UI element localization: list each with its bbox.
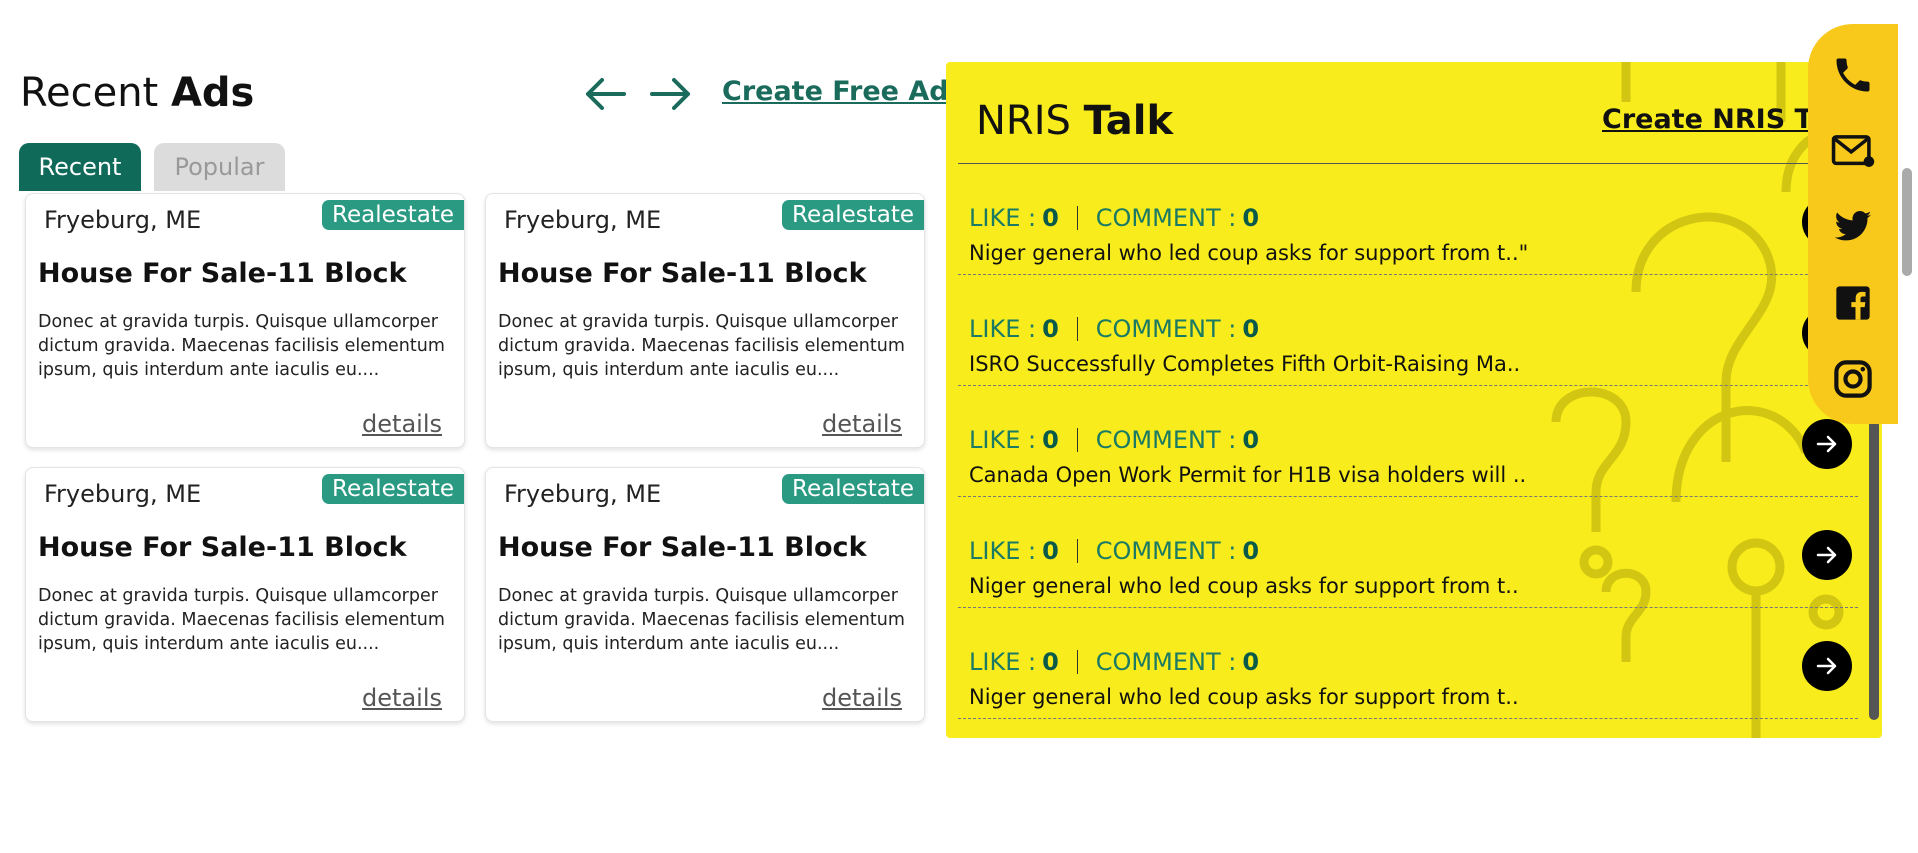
talk-text: ISRO Successfully Completes Fifth Orbit-… <box>969 352 1521 376</box>
nris-talk-title: NRIS Talk <box>976 98 1173 144</box>
ad-title: House For Sale-11 Block <box>498 532 867 563</box>
like-label: LIKE : <box>969 204 1037 232</box>
next-arrow-button[interactable] <box>646 72 696 116</box>
stats-separator <box>1076 428 1078 452</box>
talk-stats: LIKE :0 COMMENT :0 <box>969 537 1259 565</box>
talk-text: Canada Open Work Permit for H1B visa hol… <box>969 463 1527 487</box>
facebook-icon[interactable] <box>1830 280 1876 326</box>
talk-text: Niger general who led coup asks for supp… <box>969 685 1519 709</box>
open-talk-button[interactable] <box>1802 641 1852 691</box>
category-badge: Realestate <box>322 200 464 230</box>
talk-item[interactable]: LIKE :0 COMMENT :0 Niger general who led… <box>958 497 1858 608</box>
talk-item[interactable]: LIKE :0 COMMENT :0 Niger general who led… <box>958 608 1858 719</box>
talk-stats: LIKE :0 COMMENT :0 <box>969 648 1259 676</box>
talk-item[interactable]: LIKE :0 COMMENT :0 ISRO Successfully Com… <box>958 275 1858 386</box>
category-badge: Realestate <box>782 200 924 230</box>
ad-description: Donec at gravida turpis. Quisque ullamco… <box>498 586 905 654</box>
talk-panel-scrollbar[interactable] <box>1869 420 1879 720</box>
details-link[interactable]: details <box>822 684 902 712</box>
phone-icon[interactable] <box>1830 52 1876 98</box>
ad-location: Fryeburg, ME <box>44 206 202 234</box>
recent-ads-title-light: Recent <box>20 70 159 116</box>
open-talk-button[interactable] <box>1802 419 1852 469</box>
comment-count: 0 <box>1242 648 1260 676</box>
talk-item[interactable]: LIKE :0 COMMENT :0 Canada Open Work Perm… <box>958 386 1858 497</box>
ad-card[interactable]: Fryeburg, ME Realestate House For Sale-1… <box>25 193 465 448</box>
talk-stats: LIKE :0 COMMENT :0 <box>969 204 1259 232</box>
ad-description: Donec at gravida turpis. Quisque ullamco… <box>38 586 445 654</box>
arrow-right-icon <box>1816 546 1837 564</box>
like-label: LIKE : <box>969 426 1037 454</box>
comment-count: 0 <box>1242 315 1260 343</box>
talk-text: Niger general who led coup asks for supp… <box>969 574 1519 598</box>
open-talk-button[interactable] <box>1802 530 1852 580</box>
comment-count: 0 <box>1242 537 1260 565</box>
nris-talk-panel: NRIS Talk Create NRIS Talk LIKE :0 COMME… <box>946 62 1882 738</box>
ad-location: Fryeburg, ME <box>504 480 662 508</box>
like-count: 0 <box>1042 204 1059 232</box>
talk-item[interactable]: LIKE :0 COMMENT :0 Niger general who led… <box>958 164 1858 275</box>
nris-talk-title-light: NRIS <box>976 98 1071 144</box>
ad-title: House For Sale-11 Block <box>498 258 867 289</box>
ad-description: Donec at gravida turpis. Quisque ullamco… <box>498 312 905 380</box>
ad-title: House For Sale-11 Block <box>38 532 407 563</box>
social-sidebar <box>1808 24 1898 424</box>
like-count: 0 <box>1042 426 1059 454</box>
stats-separator <box>1076 206 1078 230</box>
comment-label: COMMENT : <box>1095 315 1237 343</box>
recent-ads-title: Recent Ads <box>20 70 254 116</box>
ad-card[interactable]: Fryeburg, ME Realestate House For Sale-1… <box>485 467 925 722</box>
like-label: LIKE : <box>969 537 1037 565</box>
twitter-icon[interactable] <box>1830 204 1876 250</box>
arrow-right-icon <box>1816 657 1837 675</box>
ad-card[interactable]: Fryeburg, ME Realestate House For Sale-1… <box>485 193 925 448</box>
like-count: 0 <box>1042 648 1059 676</box>
page-scrollbar-track <box>1900 24 1918 724</box>
talk-text: Niger general who led coup asks for supp… <box>969 241 1529 265</box>
like-count: 0 <box>1042 537 1059 565</box>
comment-count: 0 <box>1242 204 1260 232</box>
like-label: LIKE : <box>969 648 1037 676</box>
ad-card[interactable]: Fryeburg, ME Realestate House For Sale-1… <box>25 467 465 722</box>
ad-description: Donec at gravida turpis. Quisque ullamco… <box>38 312 445 380</box>
mail-icon[interactable] <box>1830 128 1876 174</box>
stats-separator <box>1076 317 1078 341</box>
talk-stats: LIKE :0 COMMENT :0 <box>969 315 1259 343</box>
tab-popular[interactable]: Popular <box>154 143 285 191</box>
ad-title: House For Sale-11 Block <box>38 258 407 289</box>
comment-count: 0 <box>1242 426 1260 454</box>
details-link[interactable]: details <box>362 410 442 438</box>
prev-arrow-button[interactable] <box>580 72 630 116</box>
details-link[interactable]: details <box>822 410 902 438</box>
arrow-left-icon <box>586 78 626 110</box>
tab-recent[interactable]: Recent <box>19 143 141 191</box>
category-badge: Realestate <box>782 474 924 504</box>
nris-talk-title-bold: Talk <box>1083 98 1174 144</box>
like-count: 0 <box>1042 315 1059 343</box>
category-badge: Realestate <box>322 474 464 504</box>
arrow-right-icon <box>650 78 690 110</box>
comment-label: COMMENT : <box>1095 426 1237 454</box>
recent-ads-title-bold: Ads <box>170 70 255 116</box>
like-label: LIKE : <box>969 315 1037 343</box>
comment-label: COMMENT : <box>1095 648 1237 676</box>
talk-stats: LIKE :0 COMMENT :0 <box>969 426 1259 454</box>
stats-separator <box>1076 650 1078 674</box>
details-link[interactable]: details <box>362 684 442 712</box>
create-free-ad-link[interactable]: Create Free Ad <box>722 76 949 107</box>
page-scrollbar-thumb[interactable] <box>1902 168 1912 276</box>
ad-location: Fryeburg, ME <box>504 206 662 234</box>
stats-separator <box>1076 539 1078 563</box>
arrow-right-icon <box>1816 435 1837 453</box>
instagram-icon[interactable] <box>1830 356 1876 402</box>
ad-location: Fryeburg, ME <box>44 480 202 508</box>
comment-label: COMMENT : <box>1095 204 1237 232</box>
comment-label: COMMENT : <box>1095 537 1237 565</box>
